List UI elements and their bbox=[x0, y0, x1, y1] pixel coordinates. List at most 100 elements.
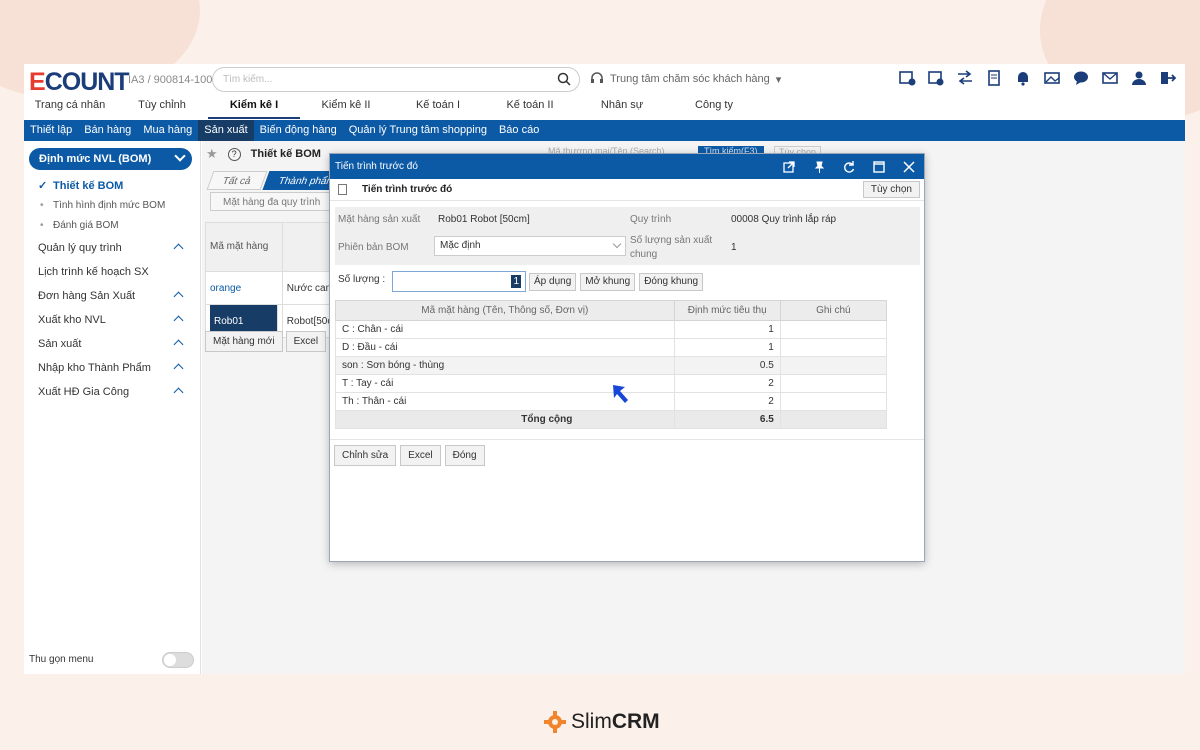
open-new-window-icon[interactable] bbox=[782, 159, 796, 173]
sub-nav-item[interactable]: Quản lý Trung tâm shopping bbox=[343, 120, 493, 141]
table-row[interactable]: D : Đầu - cái 1 bbox=[335, 338, 888, 357]
modal-close-button[interactable]: Đóng bbox=[444, 445, 485, 466]
expand-button[interactable]: Mở khung bbox=[580, 273, 636, 291]
table-total-row: Tổng cộng 6.5 bbox=[335, 410, 888, 429]
sidebar-item-bom-design[interactable]: Thiết kế BOM bbox=[24, 176, 200, 196]
tab-multi-process[interactable]: Mặt hàng đa quy trình bbox=[210, 192, 334, 211]
process-label: Quy trình bbox=[630, 214, 672, 225]
sub-nav-item[interactable]: Biến động hàng bbox=[254, 120, 343, 141]
sidebar-group[interactable]: Xuất HĐ Gia Công bbox=[24, 380, 200, 404]
cell-qty: 1 bbox=[673, 320, 781, 339]
refresh-icon[interactable] bbox=[842, 159, 856, 173]
star-icon[interactable]: ★ bbox=[206, 146, 218, 162]
modal-option-button[interactable]: Tùy chọn bbox=[862, 181, 920, 198]
table-row[interactable]: C : Chân - cái 1 bbox=[335, 320, 888, 339]
sidebar-group[interactable]: Lịch trình kế hoạch SX bbox=[24, 260, 200, 284]
modal-toolbar: Tiến trình trước đó Tùy chọn bbox=[330, 179, 924, 201]
logo-rest: COUNT bbox=[44, 68, 130, 96]
table-row[interactable]: orange Nước cam bbox=[206, 271, 334, 304]
help-icon[interactable]: ? bbox=[227, 147, 241, 161]
tab-all[interactable]: Tất cả bbox=[206, 171, 268, 190]
material-table: Mã mặt hàng (Tên, Thông số, Đơn vị) Định… bbox=[335, 300, 888, 429]
cell-qty: 1 bbox=[673, 338, 781, 357]
modal-subtitle: Tiến trình trước đó bbox=[362, 184, 453, 195]
top-nav-item[interactable]: Nhân sự bbox=[576, 99, 668, 119]
collapse-menu-toggle[interactable] bbox=[162, 652, 194, 668]
sidebar-group[interactable]: Sản xuất bbox=[24, 332, 200, 356]
schedule-icon[interactable] bbox=[927, 69, 945, 87]
table-header-row: Mã mặt hàng (Tên, Thông số, Đơn vị) Định… bbox=[335, 300, 888, 321]
new-item-button[interactable]: Mặt hàng mới bbox=[205, 331, 283, 352]
top-nav-item-active[interactable]: Kiểm kê I bbox=[208, 99, 300, 119]
logout-icon[interactable] bbox=[1159, 69, 1177, 87]
transfer-icon[interactable] bbox=[956, 69, 974, 87]
modal-footer: Chỉnh sửa Excel Đóng bbox=[330, 439, 924, 471]
col-note: Ghi chú bbox=[779, 300, 888, 321]
search-placeholder: Tìm kiếm... bbox=[223, 74, 273, 85]
chevron-up-icon bbox=[173, 315, 184, 326]
calendar-check-icon[interactable] bbox=[898, 69, 916, 87]
sub-nav-item[interactable]: Thiết lập bbox=[24, 120, 78, 141]
top-nav-item[interactable]: Kế toán II bbox=[484, 99, 576, 119]
sidebar-group[interactable]: Nhập kho Thành Phẩm bbox=[24, 356, 200, 380]
sidebar-group[interactable]: Đơn hàng Sản Xuất bbox=[24, 284, 200, 308]
sub-nav-item[interactable]: Bán hàng bbox=[78, 120, 137, 141]
sidebar-group[interactable]: Quản lý quy trình bbox=[24, 236, 200, 260]
pin-icon[interactable] bbox=[812, 159, 826, 173]
ecount-logo[interactable]: ECOUNT bbox=[29, 68, 130, 97]
cell-note bbox=[779, 374, 888, 393]
image-icon[interactable] bbox=[1043, 69, 1061, 87]
chevron-up-icon bbox=[173, 339, 184, 350]
sidebar-group-label: Lịch trình kế hoạch SX bbox=[38, 266, 149, 278]
app-header: ECOUNT IA3 / 900814-100 Tìm kiếm... Trun… bbox=[24, 64, 1185, 119]
sidebar-item-bom-review[interactable]: Đánh giá BOM bbox=[24, 216, 200, 236]
row-code[interactable]: orange bbox=[206, 272, 283, 304]
gear-icon bbox=[544, 711, 566, 733]
sub-nav-item-active[interactable]: Sản xuất bbox=[198, 120, 254, 141]
top-nav-item[interactable]: Trang cá nhân bbox=[24, 99, 116, 119]
cell-note bbox=[779, 392, 888, 411]
close-icon[interactable] bbox=[902, 159, 916, 173]
bom-version-value: Mặc định bbox=[440, 240, 481, 251]
bell-icon[interactable] bbox=[1014, 69, 1032, 87]
grid-header: Mã mặt hàng bbox=[206, 223, 334, 271]
logo-e: E bbox=[29, 68, 46, 96]
user-icon[interactable] bbox=[1130, 69, 1148, 87]
maximize-icon[interactable] bbox=[872, 159, 886, 173]
top-nav-item[interactable]: Kiểm kê II bbox=[300, 99, 392, 119]
top-nav-item[interactable]: Kế toán I bbox=[392, 99, 484, 119]
modal-excel-button[interactable]: Excel bbox=[400, 445, 441, 466]
sidebar-group[interactable]: Xuất kho NVL bbox=[24, 308, 200, 332]
edit-button[interactable]: Chỉnh sửa bbox=[334, 445, 397, 466]
collapse-button[interactable]: Đóng khung bbox=[639, 273, 704, 291]
sub-nav-item[interactable]: Mua hàng bbox=[137, 120, 198, 141]
apply-button[interactable]: Áp dụng bbox=[529, 273, 577, 291]
excel-button[interactable]: Excel bbox=[285, 331, 327, 352]
document-icon bbox=[338, 184, 347, 195]
top-nav-item[interactable]: Công ty bbox=[668, 99, 760, 119]
quantity-input[interactable]: 1 bbox=[392, 271, 526, 292]
mail-icon[interactable] bbox=[1101, 69, 1119, 87]
sidebar-section-bom[interactable]: Định mức NVL (BOM) bbox=[29, 148, 192, 170]
sidebar-item-bom-status[interactable]: Tình hình định mức BOM bbox=[24, 196, 200, 216]
sub-nav-item[interactable]: Báo cáo bbox=[493, 120, 545, 141]
document-icon[interactable] bbox=[985, 69, 1003, 87]
search-icon[interactable] bbox=[557, 72, 571, 86]
grid-header-code: Mã mặt hàng bbox=[206, 223, 283, 271]
top-nav-item[interactable]: Tùy chỉnh bbox=[116, 99, 208, 119]
chat-icon[interactable] bbox=[1072, 69, 1090, 87]
chevron-down-icon bbox=[612, 239, 622, 249]
common-qty-label-2: chung bbox=[630, 249, 658, 260]
sub-nav: Thiết lập Bán hàng Mua hàng Sản xuất Biế… bbox=[24, 120, 1185, 141]
bom-version-select[interactable]: Mặc định bbox=[434, 236, 626, 256]
main-tabs: Tất cả Thành phẩm bbox=[206, 171, 352, 190]
company-code: IA3 / 900814-100 bbox=[128, 74, 213, 86]
search-input[interactable]: Tìm kiếm... bbox=[212, 67, 580, 92]
chevron-up-icon bbox=[173, 243, 184, 254]
sidebar-group-label: Xuất kho NVL bbox=[38, 314, 106, 326]
support-link[interactable]: Trung tâm chăm sóc khách hàng ▾ bbox=[590, 72, 781, 86]
col-consumption: Định mức tiêu thụ bbox=[673, 300, 781, 321]
table-row[interactable]: son : Sơn bóng - thùng 0.5 bbox=[335, 356, 888, 375]
caret-down-icon: ▾ bbox=[775, 73, 782, 86]
chevron-up-icon bbox=[173, 291, 184, 302]
